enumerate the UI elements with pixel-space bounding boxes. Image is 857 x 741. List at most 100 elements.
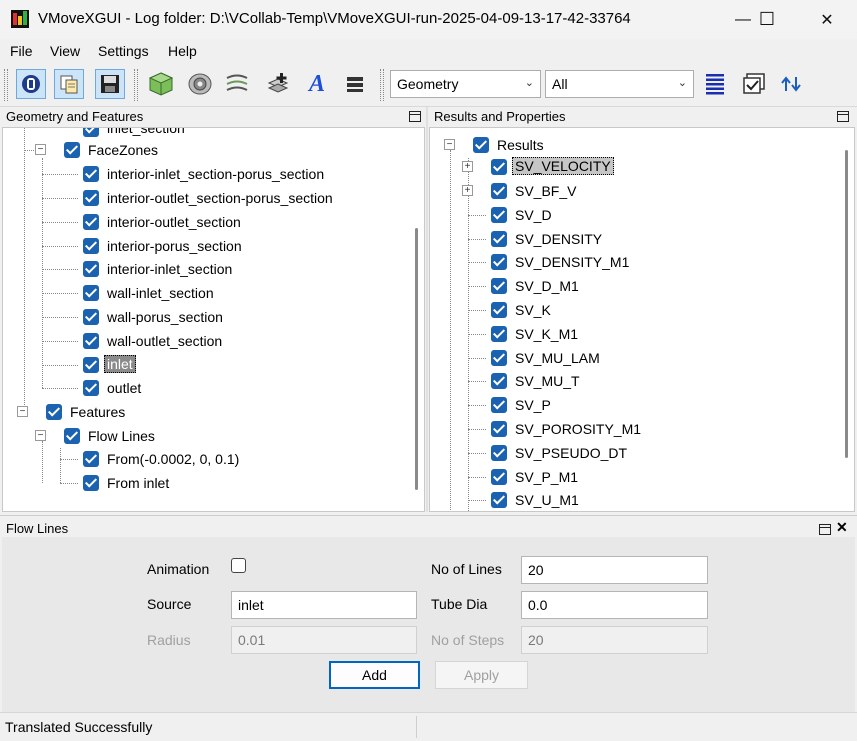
checkbox[interactable] [83,380,99,396]
geometry-panel-float-button[interactable] [409,111,421,122]
add-button[interactable]: Add [329,661,420,689]
list-button[interactable] [700,69,730,99]
checkbox[interactable] [83,190,99,206]
swap-button[interactable] [777,69,807,99]
tree-item[interactable]: SV_POROSITY_M1 [515,421,641,437]
text-icon[interactable]: A [302,69,332,99]
checkbox[interactable] [83,357,99,373]
apply-button[interactable]: Apply [435,661,528,689]
tree-item[interactable]: SV_BF_V [515,183,576,199]
tree-expander[interactable]: − [35,144,46,155]
checkbox[interactable] [491,254,507,270]
checkbox[interactable] [46,404,62,420]
checkbox[interactable] [83,128,99,137]
checkbox[interactable] [491,302,507,318]
close-button[interactable]: ✕ [804,0,850,39]
tree-item[interactable]: SV_DENSITY [515,231,602,247]
checkbox[interactable] [491,326,507,342]
copy-button[interactable] [54,69,84,99]
tree-item-features[interactable]: Features [70,404,125,420]
tree-item-flow-lines[interactable]: Flow Lines [88,428,155,444]
checkbox[interactable] [491,445,507,461]
tree-item[interactable]: outlet [107,380,141,396]
checkbox[interactable] [491,469,507,485]
tree-item[interactable]: interior-inlet_section-porus_section [107,166,324,182]
results-scrollbar[interactable] [845,150,848,458]
no-of-lines-input[interactable] [521,556,708,584]
tree-item-selected[interactable]: SV_VELOCITY [512,157,614,175]
source-input[interactable] [231,591,417,619]
checkbox[interactable] [491,183,507,199]
checkbox[interactable] [83,285,99,301]
tree-item[interactable]: SV_D_M1 [515,278,579,294]
geometry-scrollbar[interactable] [415,228,418,490]
tree-item[interactable]: From inlet [107,475,169,491]
surface-button[interactable] [185,69,215,99]
save-button[interactable] [95,69,125,99]
animation-checkbox[interactable] [231,558,246,573]
checkbox[interactable] [491,373,507,389]
tree-item[interactable]: wall-outlet_section [107,333,222,349]
checkbox[interactable] [83,261,99,277]
checkbox[interactable] [83,475,99,491]
checkbox[interactable] [64,428,80,444]
checkbox[interactable] [491,207,507,223]
tree-item-facezones[interactable]: FaceZones [88,142,158,158]
geometry-button[interactable] [146,69,176,99]
tree-item[interactable]: wall-porus_section [107,309,223,325]
tree-item[interactable]: SV_PSEUDO_DT [515,445,627,461]
stack-button[interactable] [340,69,370,99]
layers-button[interactable] [222,69,252,99]
flow-panel-close-button[interactable]: ✕ [836,519,848,536]
tree-expander[interactable]: − [444,139,455,150]
flow-panel-float-button[interactable] [819,524,831,535]
panel-splitter[interactable] [426,107,428,512]
tree-item[interactable]: interior-outlet_section-porus_section [107,190,333,206]
checkbox[interactable] [491,159,507,175]
tree-item-selected[interactable]: inlet [104,355,136,373]
tree-item[interactable]: interior-porus_section [107,238,242,254]
checkbox[interactable] [491,278,507,294]
tree-item[interactable]: interior-outlet_section [107,214,241,230]
menu-settings[interactable]: Settings [98,43,149,59]
checkbox[interactable] [491,492,507,508]
menu-file[interactable]: File [10,43,33,59]
tree-expander[interactable]: + [462,161,473,172]
toolbar-grip[interactable] [4,69,8,101]
checkbox[interactable] [83,333,99,349]
checkbox[interactable] [83,238,99,254]
checkbox[interactable] [83,166,99,182]
menu-view[interactable]: View [50,43,80,59]
tree-item[interactable]: SV_P_M1 [515,469,578,485]
checkbox[interactable] [473,137,489,153]
window-check-button[interactable] [739,69,769,99]
tree-item[interactable]: From(-0.0002, 0, 0.1) [107,451,239,467]
add-part-button[interactable] [263,69,293,99]
tree-item[interactable]: SV_MU_T [515,373,580,389]
toolbar-grip[interactable] [380,69,384,101]
checkbox[interactable] [491,231,507,247]
tree-item[interactable]: SV_K [515,302,551,318]
toolbar-grip[interactable] [134,69,138,101]
checkbox[interactable] [491,421,507,437]
checkbox[interactable] [64,142,80,158]
vcollab-logo-button[interactable] [16,69,46,99]
results-panel-float-button[interactable] [837,111,849,122]
tube-dia-input[interactable] [521,591,708,619]
tree-item[interactable]: SV_P [515,397,551,413]
tree-item[interactable]: SV_MU_LAM [515,350,600,366]
tree-item[interactable]: SV_D [515,207,552,223]
geometry-select[interactable]: Geometry ⌄ [390,70,541,98]
tree-item-results[interactable]: Results [497,137,544,153]
checkbox[interactable] [83,214,99,230]
menu-help[interactable]: Help [168,43,197,59]
checkbox[interactable] [491,350,507,366]
tree-item[interactable]: SV_U_M1 [515,492,579,508]
maximize-button[interactable]: ☐ [744,0,790,39]
checkbox[interactable] [83,451,99,467]
tree-item[interactable]: interior-inlet_section [107,261,232,277]
checkbox[interactable] [83,309,99,325]
tree-item[interactable]: SV_DENSITY_M1 [515,254,629,270]
radius-input[interactable] [231,626,417,654]
tree-expander[interactable]: − [35,430,46,441]
